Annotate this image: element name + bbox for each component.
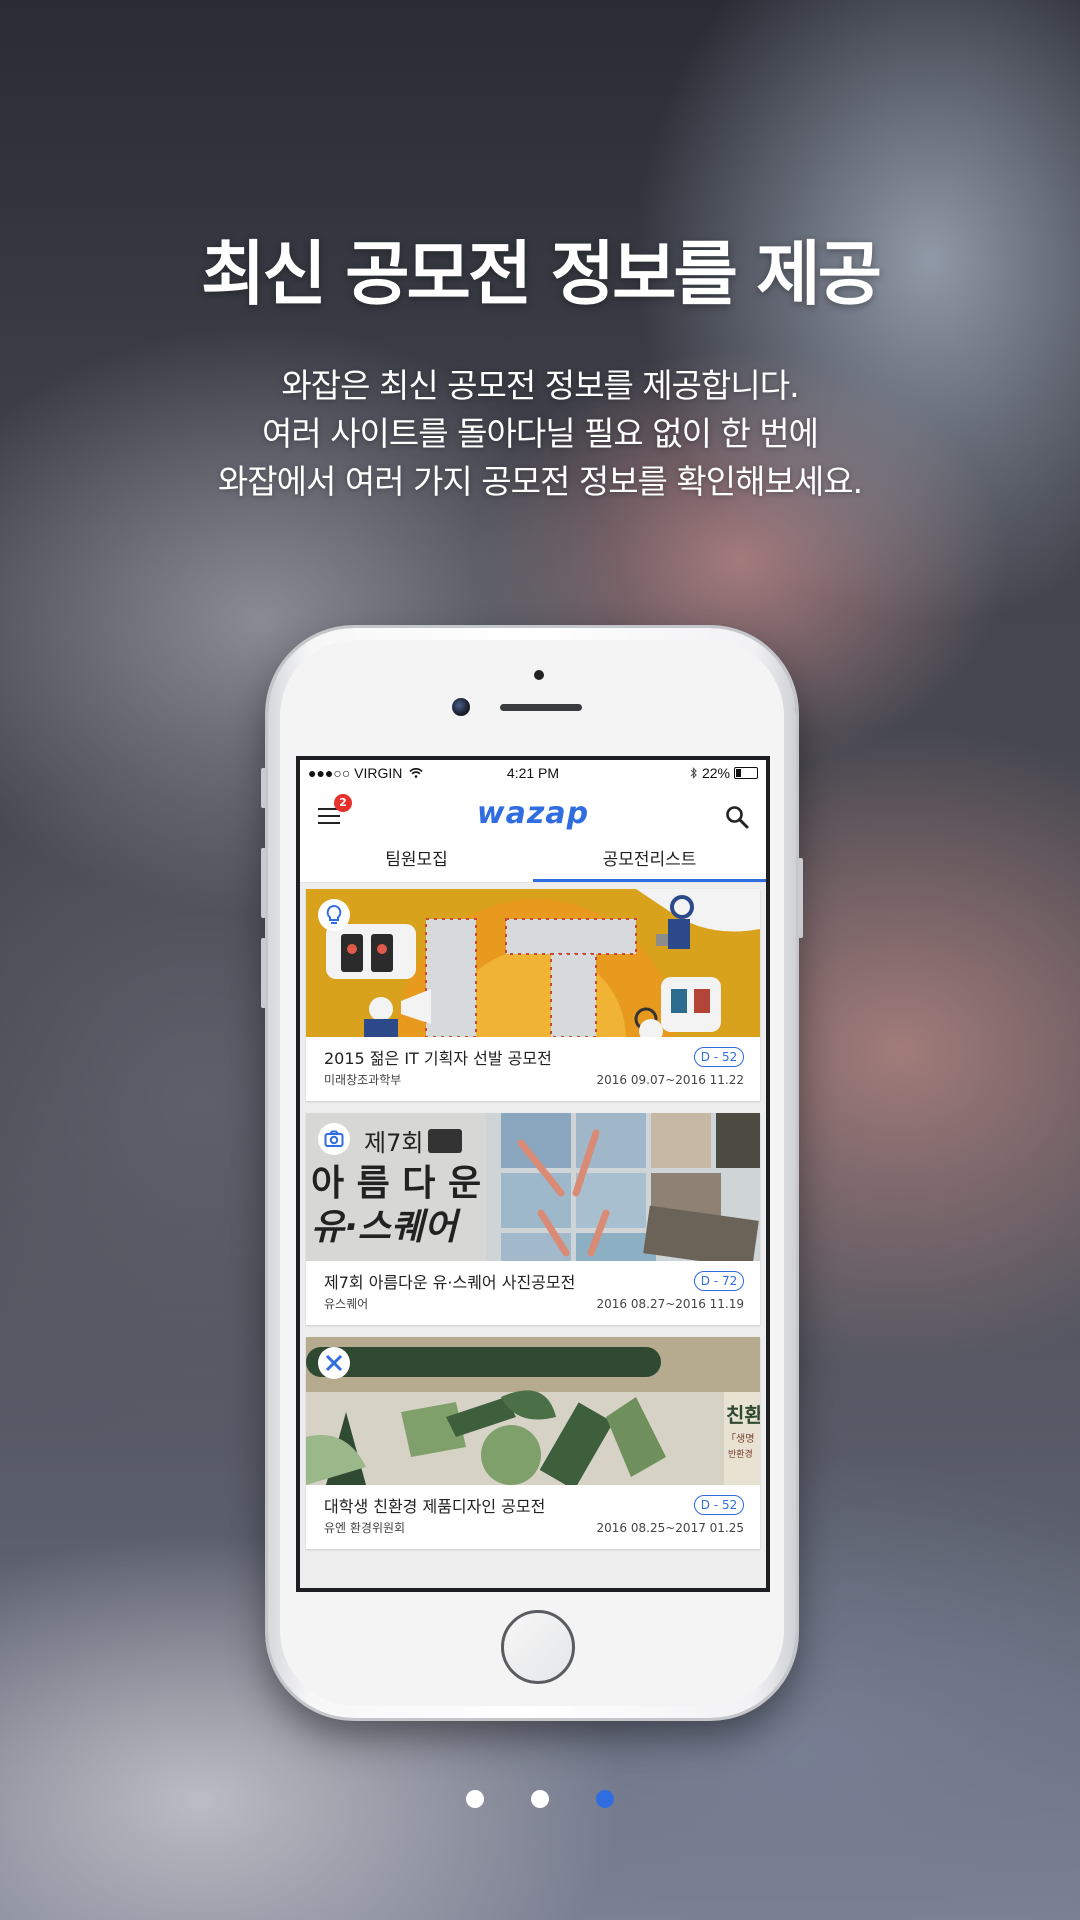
image-text-edition: 제7회 [364, 1129, 423, 1157]
contest-period: 2016 09.07~2016 11.22 [596, 1073, 744, 1087]
photo-contest-illustration: 제7회 아 름 다 운 유·스퀘어 [311, 1113, 760, 1261]
page-description: 와잡은 최신 공모전 정보를 제공합니다. 여러 사이트를 돌아다닐 필요 없이… [0, 362, 1080, 506]
battery-percent: 22% [701, 765, 730, 781]
camera-icon [324, 1130, 344, 1147]
power-button [798, 858, 803, 938]
tab-bar: 팀원모집 공모전리스트 [300, 842, 766, 883]
earpiece-speaker [500, 704, 582, 711]
volume-down-button [261, 938, 266, 1008]
contest-card[interactable]: 친환 「생명 반환경 대학생 친환경 제품디자인 공모전 유엔 환경위원회 D … [306, 1337, 760, 1549]
image-text-title: 아 름 다 운 [311, 1163, 481, 1204]
app-logo: wazap [476, 796, 590, 831]
dday-badge: D - 52 [694, 1495, 744, 1515]
bluetooth-icon [690, 767, 697, 779]
contest-title: 제7회 아름다운 유·스퀘어 사진공모전 [324, 1273, 576, 1292]
contest-title: 2015 젊은 IT 기획자 선발 공모전 [324, 1049, 552, 1068]
contest-image: 제7회 아 름 다 운 유·스퀘어 [306, 1113, 760, 1261]
tab-contest-list[interactable]: 공모전리스트 [533, 842, 766, 882]
contest-period: 2016 08.25~2017 01.25 [596, 1521, 744, 1535]
contest-image: 친환 「생명 반환경 [306, 1337, 760, 1485]
page-dot-3[interactable] [596, 1790, 615, 1808]
description-line: 여러 사이트를 돌아다닐 필요 없이 한 번에 [261, 414, 819, 453]
mute-switch [261, 768, 266, 808]
category-badge [318, 899, 350, 931]
battery-icon [734, 767, 758, 779]
category-badge [318, 1123, 350, 1155]
category-badge [318, 1347, 350, 1379]
page-indicator [0, 1790, 1080, 1812]
contest-title: 대학생 친환경 제품디자인 공모전 [324, 1497, 546, 1516]
contest-period: 2016 08.27~2016 11.19 [596, 1297, 744, 1311]
status-bar: ●●●○○ VIRGIN 4:21 PM 22% [300, 760, 766, 786]
contest-organizer: 미래창조과학부 [324, 1073, 402, 1087]
dday-badge: D - 72 [694, 1271, 744, 1291]
eco-design-illustration: 친환 「생명 반환경 [306, 1337, 760, 1485]
contest-card[interactable]: 2015 젊은 IT 기획자 선발 공모전 미래창조과학부 D - 52 201… [306, 889, 760, 1101]
status-right: 22% [690, 765, 758, 781]
image-text-brand: 유·스퀘어 [311, 1207, 461, 1248]
contest-image [306, 889, 760, 1037]
page-dot-2[interactable] [531, 1790, 549, 1808]
dday-badge: D - 52 [694, 1047, 744, 1067]
description-line: 와잡에서 여러 가지 공모전 정보를 확인해보세요. [217, 462, 863, 501]
contest-organizer: 유스퀘어 [324, 1297, 369, 1311]
description-line: 와잡은 최신 공모전 정보를 제공합니다. [281, 366, 799, 405]
contest-organizer: 유엔 환경위원회 [324, 1521, 406, 1535]
design-tools-icon [325, 1354, 343, 1372]
page-headline: 최신 공모전 정보를 제공 [200, 233, 882, 315]
image-text-env: 반환경 [728, 1448, 753, 1460]
page-dot-1[interactable] [465, 1790, 484, 1808]
contest-card[interactable]: 제7회 아 름 다 운 유·스퀘어 제7회 아름다운 유·스퀘어 사진공모전 유… [306, 1113, 760, 1325]
volume-up-button [261, 848, 266, 918]
proximity-sensor [534, 670, 544, 680]
contest-list: 2015 젊은 IT 기획자 선발 공모전 미래창조과학부 D - 52 201… [300, 883, 766, 1588]
it-illustration [326, 889, 760, 1037]
home-button [501, 1610, 575, 1684]
image-text-life: 「생명 [726, 1433, 754, 1445]
search-icon[interactable] [724, 804, 750, 830]
app-bar: 2 wazap [300, 786, 766, 842]
lightbulb-icon [326, 904, 342, 924]
tab-team-recruit[interactable]: 팀원모집 [300, 842, 533, 882]
front-camera [452, 698, 470, 716]
phone-screen: ●●●○○ VIRGIN 4:21 PM 22% 2 wazap 팀원모집 공모… [296, 756, 770, 1592]
image-text-eco: 친환 [726, 1403, 760, 1427]
